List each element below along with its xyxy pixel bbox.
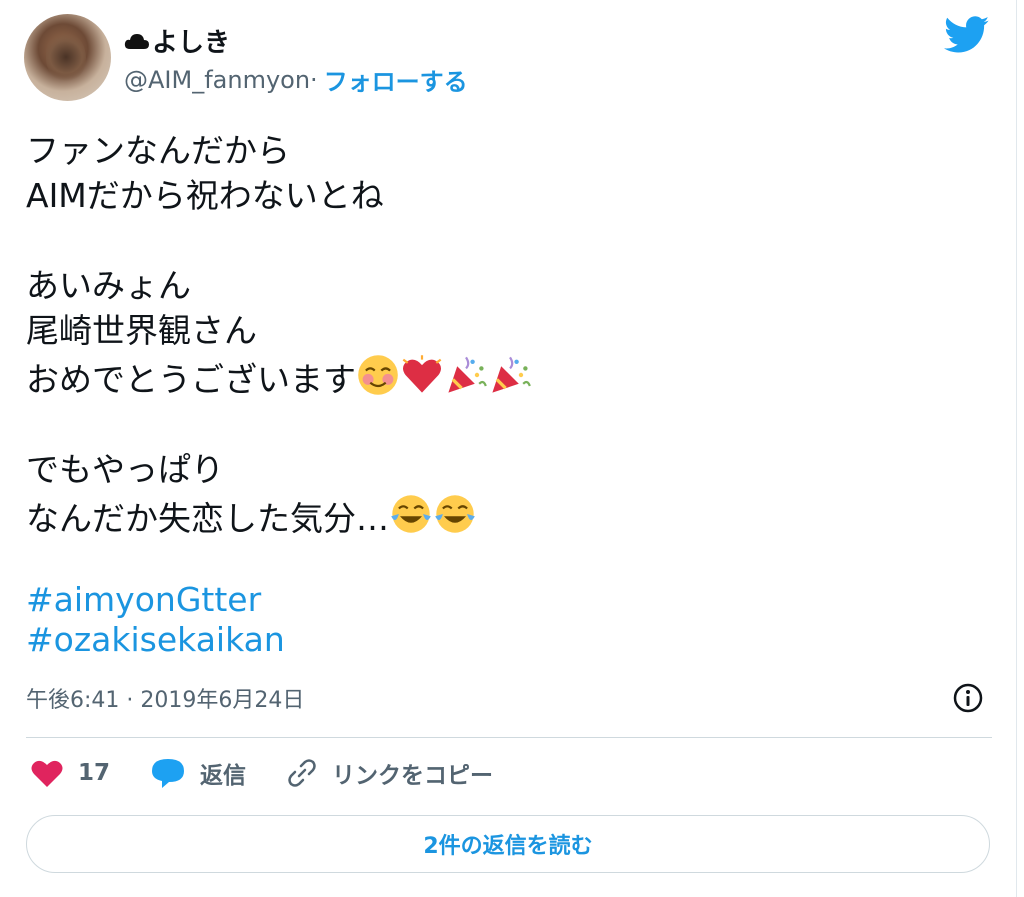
user-name-row[interactable]: よしき <box>124 22 230 59</box>
tweet-line: おめでとうございます <box>26 360 356 399</box>
like-button[interactable]: 17 <box>30 758 110 788</box>
smiling-face-emoji <box>358 355 398 395</box>
speech-bubble-icon <box>152 759 185 788</box>
heart-emoji <box>402 355 442 393</box>
hashtag-link[interactable]: #aimyonGtter <box>26 580 285 620</box>
read-replies-button[interactable]: 2件の返信を読む <box>26 815 990 873</box>
tears-of-joy-emoji <box>391 495 431 533</box>
user-name: よしき <box>152 28 231 58</box>
avatar[interactable] <box>24 14 111 101</box>
action-bar: 17 返信 リンクをコピー <box>30 756 533 790</box>
tweet-card: よしき @AIM_fanmyon · フォローする ファンなんだから AIMだか… <box>0 0 1017 897</box>
hashtags: #aimyonGtter #ozakisekaikan <box>26 580 285 660</box>
tweet-line: あいみょん <box>26 266 191 305</box>
like-count: 17 <box>78 760 111 786</box>
twitter-bird-icon[interactable] <box>944 16 990 54</box>
tweet-line: なんだか失恋した気分… <box>26 499 389 538</box>
tweet-timestamp[interactable]: 午後6:41 · 2019年6月24日 <box>26 682 304 714</box>
copy-link-button[interactable]: リンクをコピー <box>286 756 493 790</box>
follow-button[interactable]: フォローする <box>324 62 468 97</box>
tweet-line: 尾崎世界観さん <box>26 311 257 350</box>
copy-link-label: リンクをコピー <box>332 763 494 789</box>
hashtag-link[interactable]: #ozakisekaikan <box>26 620 285 660</box>
reply-label: 返信 <box>200 763 247 789</box>
tweet-line: AIMだから祝わないとね <box>26 176 384 215</box>
reply-button[interactable]: 返信 <box>150 756 246 790</box>
user-handle[interactable]: @AIM_fanmyon <box>124 66 310 94</box>
read-replies-label: 2件の返信を読む <box>423 834 593 859</box>
tears-of-joy-emoji <box>435 495 475 533</box>
tweet-line: でもやっぱり <box>26 450 224 489</box>
heart-icon <box>31 760 63 787</box>
handle-row: @AIM_fanmyon · フォローする <box>124 62 468 97</box>
tweet-line: ファンなんだから <box>26 131 290 170</box>
party-popper-emoji <box>492 356 531 393</box>
separator: · <box>310 65 318 94</box>
link-icon <box>288 759 316 787</box>
tweet-text: ファンなんだから AIMだから祝わないとね あいみょん 尾崎世界観さん おめでと… <box>26 128 926 541</box>
cloud-icon <box>124 33 149 49</box>
divider <box>26 737 992 738</box>
party-popper-emoji <box>448 356 487 393</box>
info-icon[interactable] <box>952 682 984 714</box>
